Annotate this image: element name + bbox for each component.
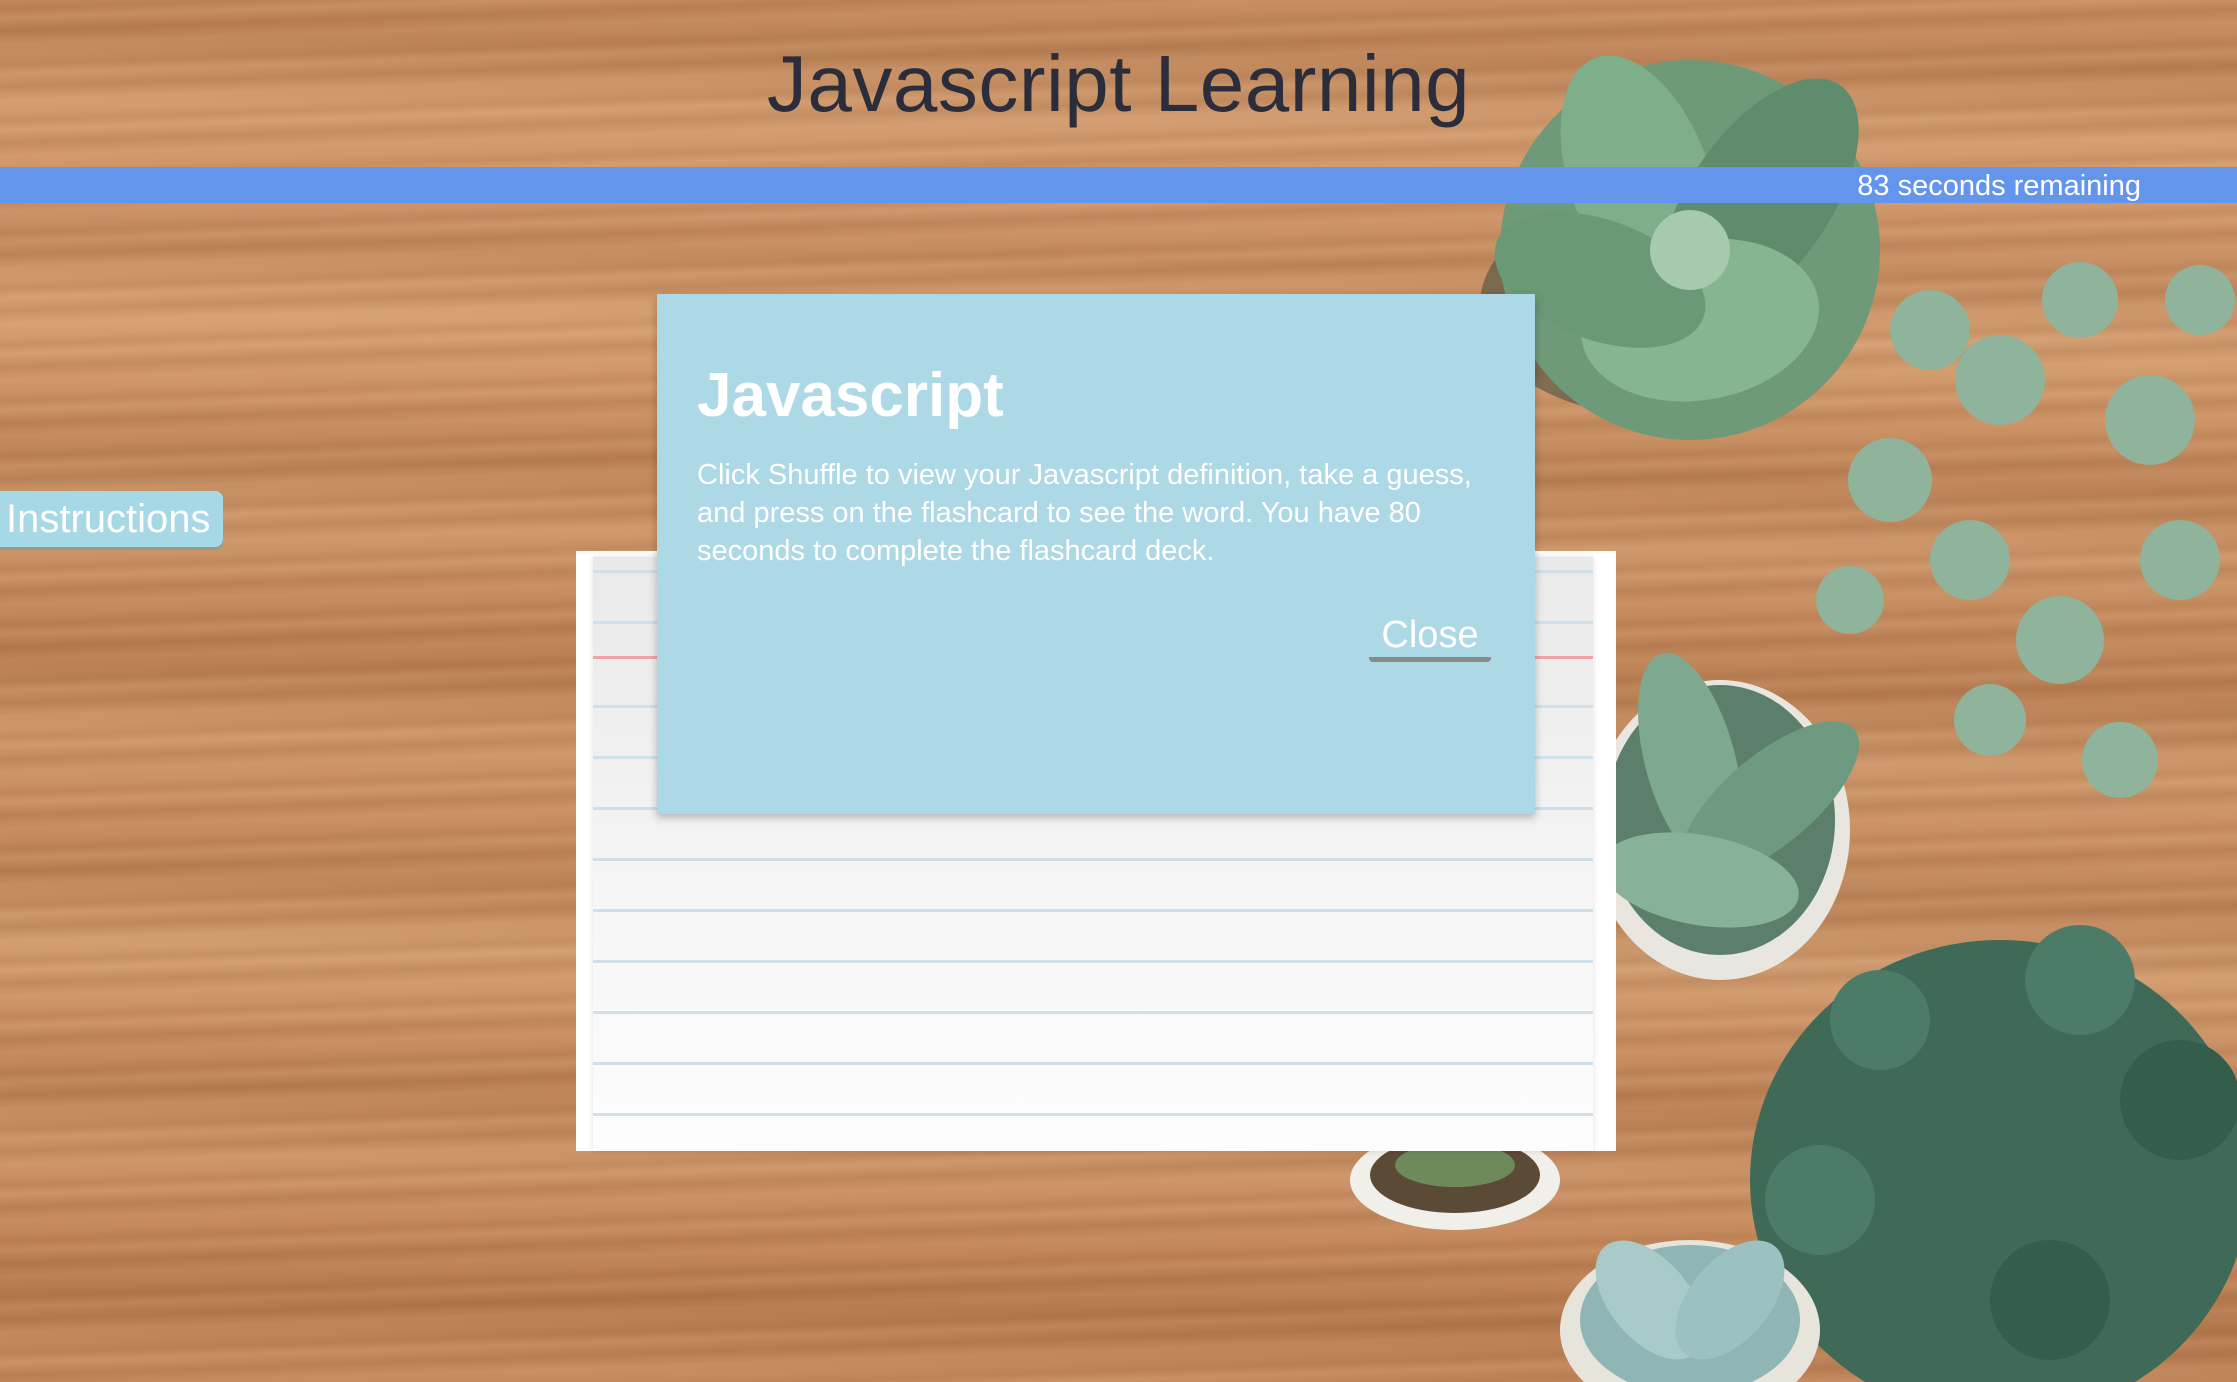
timer-bar: 83 seconds remaining (0, 167, 2237, 203)
modal-title: Javascript (697, 361, 1004, 430)
middle-succulent (1590, 653, 1860, 980)
timer-text: 83 seconds remaining (1857, 170, 2141, 202)
page-title: Javascript Learning (766, 39, 1471, 128)
modal-body-text: Click Shuffle to view your Javascript de… (697, 459, 1472, 567)
dark-leafy-plant (1750, 925, 2237, 1382)
instructions-modal: Javascript Click Shuffle to view your Ja… (657, 294, 1535, 814)
eucalyptus-plant (1816, 262, 2235, 798)
instructions-button[interactable]: Instructions (0, 491, 223, 547)
close-button[interactable]: Close (1369, 612, 1491, 662)
bottom-succulent (1560, 1240, 1820, 1382)
